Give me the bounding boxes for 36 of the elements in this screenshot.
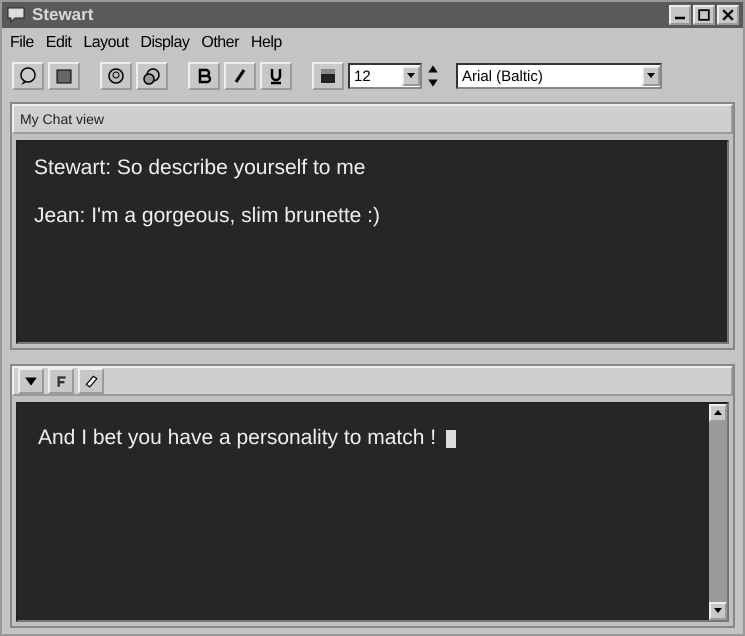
dropdown-arrow-icon: [407, 73, 415, 79]
close-button[interactable]: [717, 5, 739, 25]
window-title: Stewart: [32, 5, 94, 25]
font-size-dropdown[interactable]: 12: [348, 63, 422, 89]
spinner-arrows-icon[interactable]: [426, 63, 440, 89]
maximize-icon: [698, 9, 710, 21]
close-icon: [722, 9, 734, 21]
bold-button[interactable]: [188, 62, 220, 90]
minimize-icon: [675, 16, 685, 20]
menu-item[interactable]: Display: [140, 34, 190, 52]
book-button[interactable]: [48, 62, 80, 90]
color-swatch-icon: [318, 66, 338, 86]
minimize-button[interactable]: [669, 5, 691, 25]
group-button[interactable]: [136, 62, 168, 90]
people-button[interactable]: [100, 62, 132, 90]
eraser-button[interactable]: [78, 368, 104, 394]
dropdown-arrow-icon: [647, 73, 655, 79]
menu-item[interactable]: Other: [201, 34, 239, 52]
maximize-button[interactable]: [693, 5, 715, 25]
italic-button[interactable]: [224, 62, 256, 90]
panel-title: My Chat view: [20, 111, 104, 127]
menu-item[interactable]: File: [10, 34, 34, 52]
menu-item[interactable]: Layout: [83, 34, 128, 52]
font-name-dropdown[interactable]: Arial (Baltic): [456, 63, 662, 89]
dropdown-button[interactable]: [18, 368, 44, 394]
underline-button[interactable]: [260, 62, 292, 90]
format-button[interactable]: [48, 368, 74, 394]
chat-message: Jean: I'm a gorgeous, slim brunette :): [34, 204, 382, 228]
speech-bubble-icon: [18, 66, 38, 86]
menu-item[interactable]: Edit: [46, 34, 72, 52]
chat-message: Stewart: So describe yourself to me: [34, 156, 366, 180]
eraser-icon: [84, 374, 98, 388]
menu-item[interactable]: Help: [250, 34, 282, 52]
speech-bubble-icon: [6, 6, 26, 24]
color-button[interactable]: [312, 62, 344, 90]
chat-bubble-button[interactable]: [12, 62, 44, 90]
